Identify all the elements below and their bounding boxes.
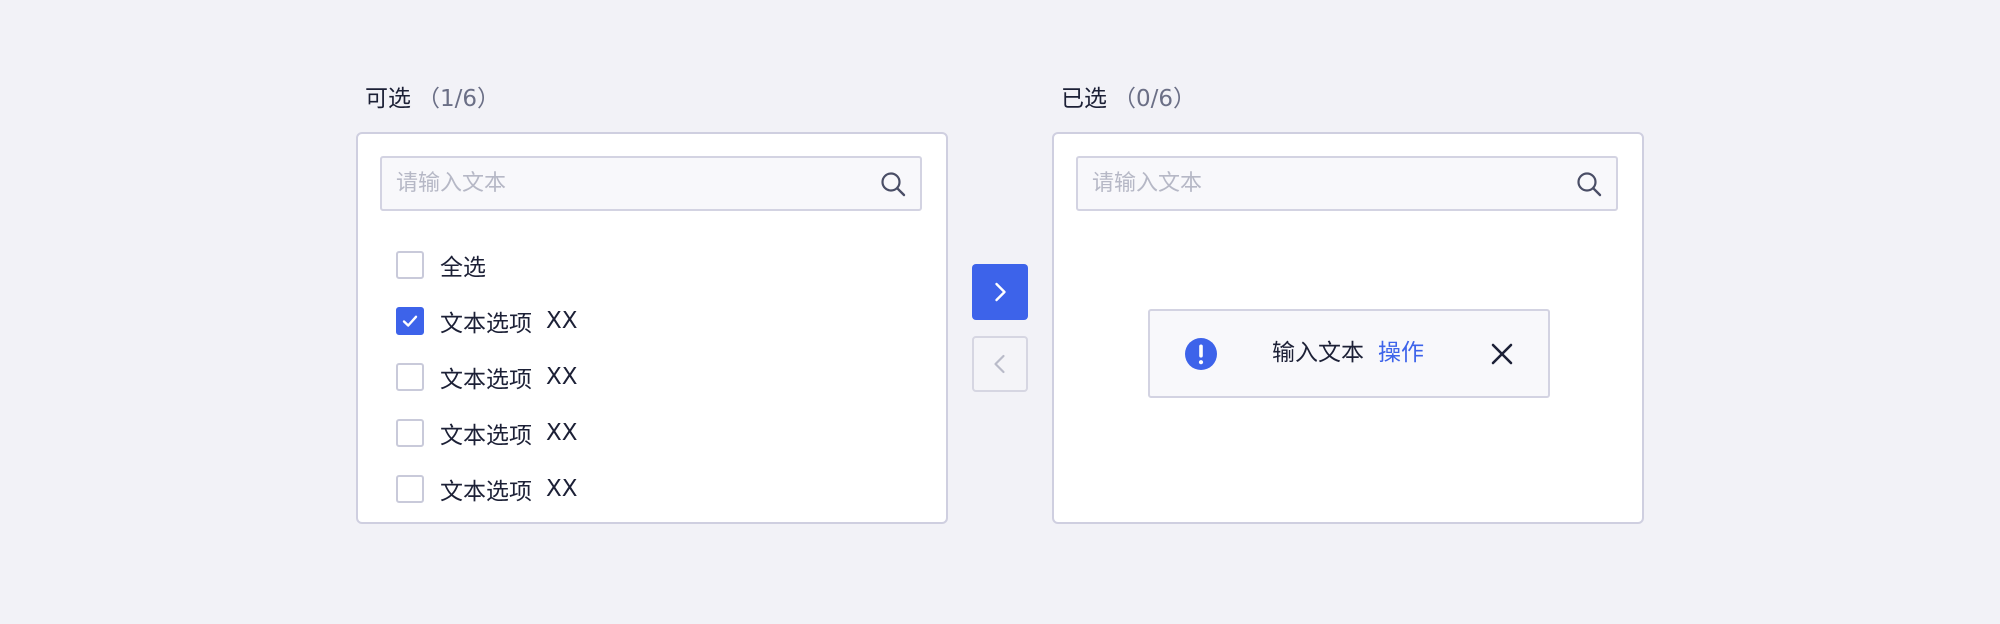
- list-item[interactable]: 文本选项 XX: [396, 461, 578, 517]
- option-label: 文本选项: [440, 367, 532, 393]
- search-icon[interactable]: [880, 171, 906, 197]
- target-search-input[interactable]: [1078, 158, 1562, 209]
- checkmark-icon: [402, 315, 418, 327]
- close-icon[interactable]: [1489, 341, 1515, 367]
- target-panel: 输入文本 操作: [1052, 132, 1644, 524]
- notification-toast: 输入文本 操作: [1148, 309, 1550, 398]
- select-all-label: 全选: [440, 255, 486, 281]
- notification-text: 输入文本: [1272, 340, 1364, 366]
- chevron-left-icon: [994, 354, 1005, 374]
- source-search-box: [380, 156, 922, 211]
- option-tag: XX: [546, 420, 578, 446]
- option-tag: XX: [546, 476, 578, 502]
- source-panel: 全选 文本选项 XX 文本选项 XX 文本选项 XX: [356, 132, 948, 524]
- option-checkbox[interactable]: [396, 363, 424, 391]
- option-label: 文本选项: [440, 311, 532, 337]
- option-checkbox[interactable]: [396, 475, 424, 503]
- list-item[interactable]: 文本选项 XX: [396, 405, 578, 461]
- option-tag: XX: [546, 308, 578, 334]
- target-panel-count: （0/6）: [1113, 86, 1197, 112]
- source-option-list: 全选 文本选项 XX 文本选项 XX 文本选项 XX 文本选项 XX: [396, 237, 578, 517]
- option-tag: XX: [546, 364, 578, 390]
- list-item[interactable]: 文本选项 XX: [396, 293, 578, 349]
- option-checkbox[interactable]: [396, 307, 424, 335]
- search-icon[interactable]: [1576, 171, 1602, 197]
- option-label: 文本选项: [440, 423, 532, 449]
- source-panel-title: 可选: [365, 86, 411, 112]
- source-panel-header: 可选 （1/6）: [365, 82, 500, 116]
- move-to-left-button[interactable]: [972, 336, 1028, 392]
- option-checkbox[interactable]: [396, 419, 424, 447]
- target-panel-header: 已选 （0/6）: [1061, 82, 1196, 116]
- source-search-input[interactable]: [382, 158, 866, 209]
- target-search-box: [1076, 156, 1618, 211]
- select-all-checkbox[interactable]: [396, 251, 424, 279]
- option-label: 文本选项: [440, 479, 532, 505]
- select-all-option[interactable]: 全选: [396, 237, 578, 293]
- notification-action-link[interactable]: 操作: [1378, 336, 1424, 370]
- source-panel-count: （1/6）: [417, 86, 501, 112]
- list-item[interactable]: 文本选项 XX: [396, 349, 578, 405]
- exclamation-circle-icon: [1185, 338, 1217, 370]
- move-to-right-button[interactable]: [972, 264, 1028, 320]
- chevron-right-icon: [995, 282, 1006, 302]
- target-panel-title: 已选: [1061, 86, 1107, 112]
